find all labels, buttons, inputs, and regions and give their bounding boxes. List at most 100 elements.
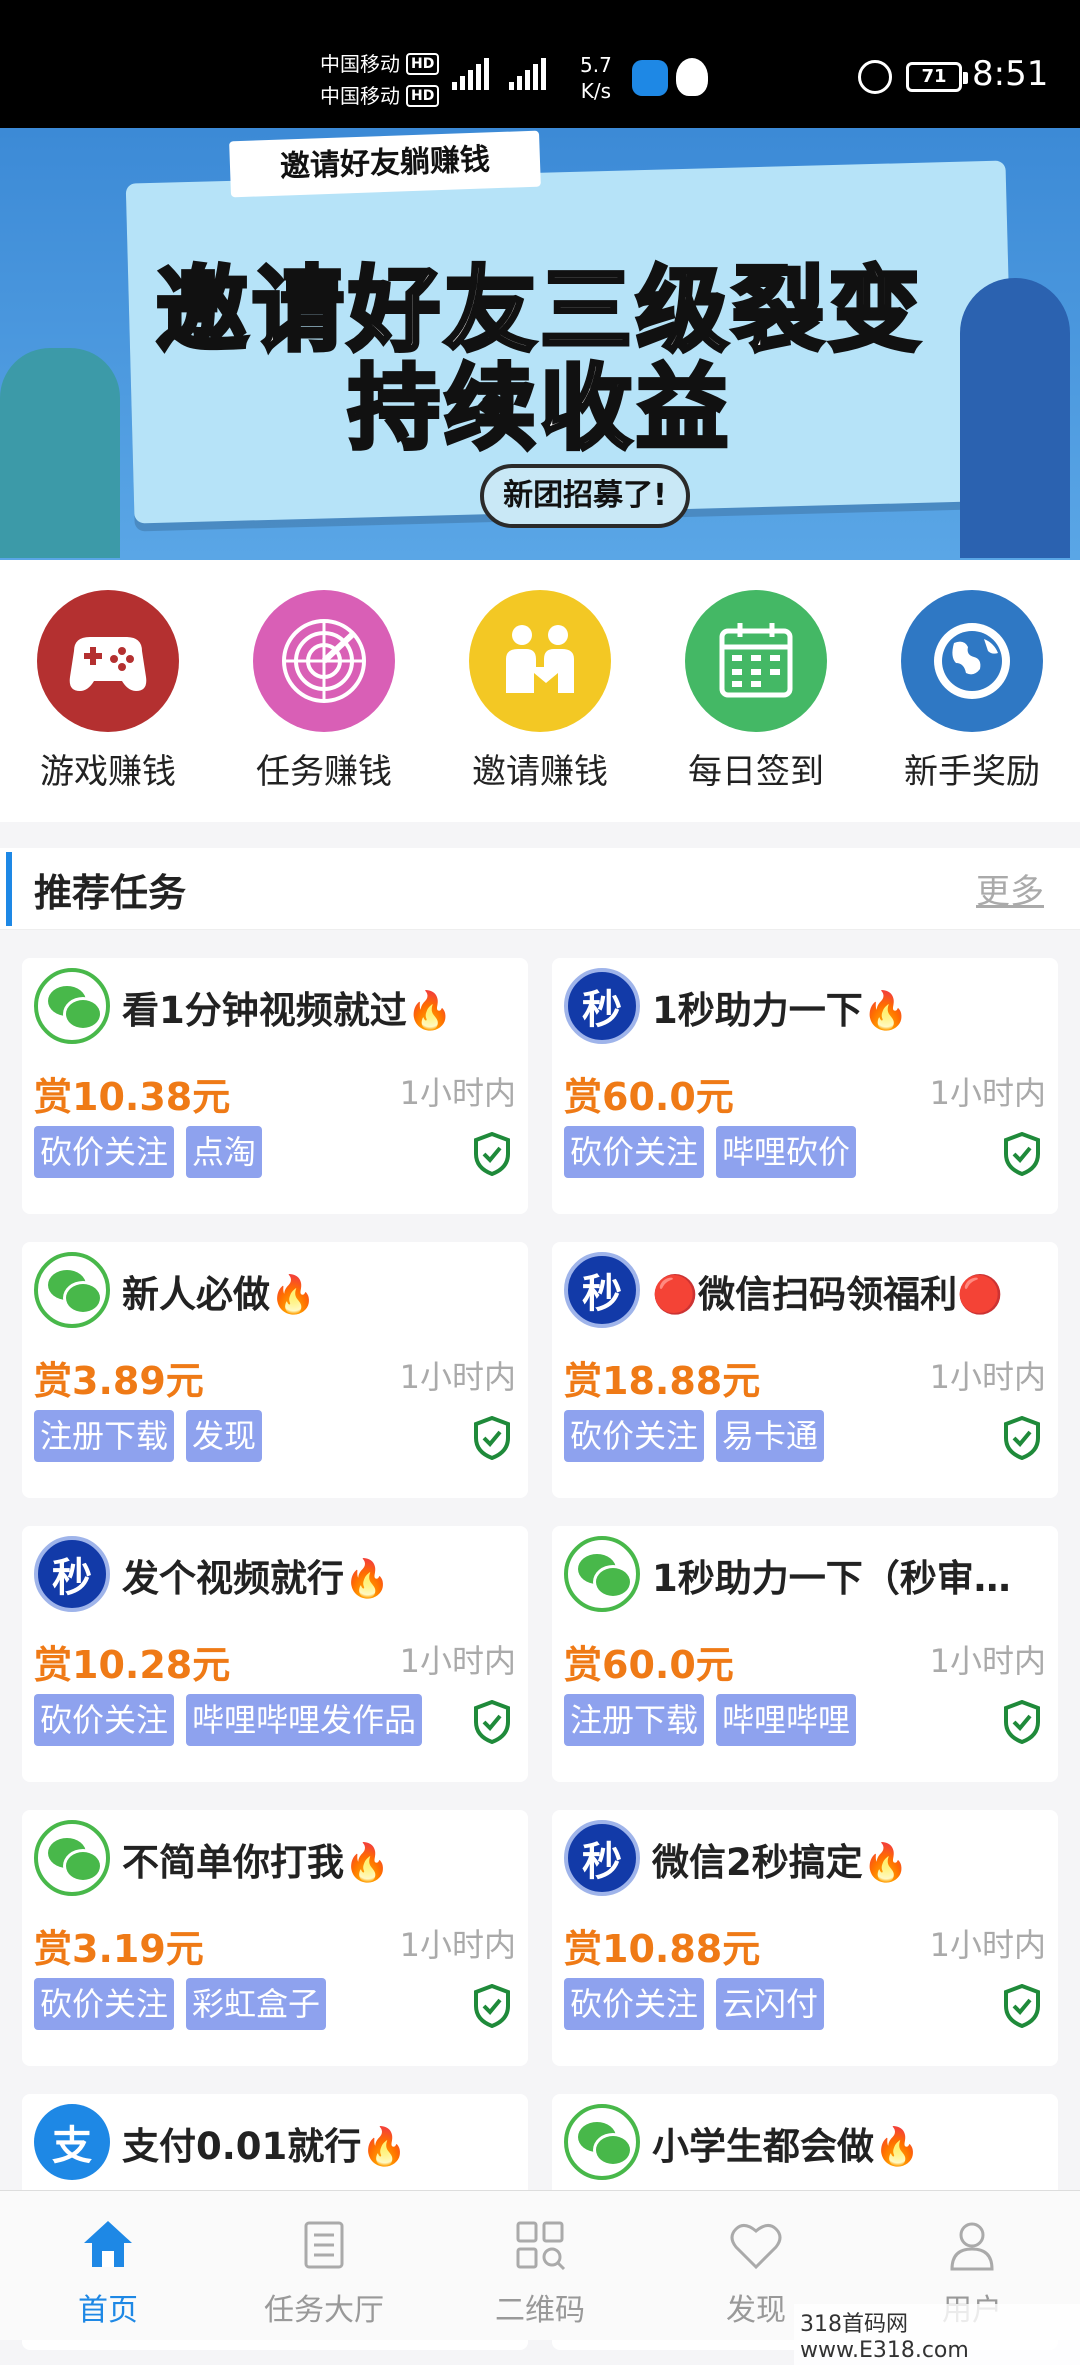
task-card[interactable]: 新人必做🔥 赏3.89元 1小时内 注册下载 发现 (22, 1242, 528, 1498)
carrier-1: 中国移动 (320, 52, 400, 76)
banner-note: 邀请好友躺赚钱 (229, 130, 541, 198)
task-card[interactable]: 1秒助力一下（秒审… 赏60.0元 1小时内 注册下载 哔哩哔哩 (552, 1526, 1058, 1782)
task-time: 1小时内 (399, 1074, 516, 1112)
wechat-icon (564, 1536, 640, 1612)
fire-icon: 🔥 (270, 1273, 317, 1316)
task-reward: 赏10.88元 (564, 1927, 761, 1971)
carrier-info: 中国移动 HD 中国移动 HD (320, 48, 440, 112)
quick-nav-task[interactable]: 任务赚钱 (216, 560, 432, 822)
task-tag: 发现 (186, 1410, 263, 1462)
quick-nav-newbie[interactable]: 新手奖励 (864, 560, 1080, 822)
handshake-icon (469, 590, 611, 732)
alarm-icon (858, 60, 892, 94)
task-tags: 砍价关注 易卡通 (564, 1410, 825, 1462)
task-name: 🔴微信扫码领福利🔴 (652, 1273, 1004, 1316)
quick-nav-label: 每日签到 (688, 752, 824, 792)
user-icon (950, 2222, 994, 2271)
miao-icon: 秒 (34, 1536, 110, 1612)
task-tag: 哔哩哔哩 (716, 1694, 857, 1746)
promo-banner[interactable]: 邀请好友躺赚钱 邀请好友三级裂变 持续收益 新团招募了! (0, 128, 1080, 560)
shield-check-icon (1004, 1984, 1040, 2028)
wechat-icon (34, 1252, 110, 1328)
task-reward: 赏60.0元 (564, 1075, 734, 1119)
quick-nav-label: 任务赚钱 (256, 752, 392, 792)
shield-check-icon (1004, 1416, 1040, 1460)
task-time: 1小时内 (929, 1074, 1046, 1112)
app-notification-icon (632, 60, 668, 96)
quick-nav: 游戏赚钱 任务赚钱 邀请赚钱 每日签到 新手奖励 (0, 560, 1080, 822)
quick-nav-label: 游戏赚钱 (40, 752, 176, 792)
miao-icon: 秒 (564, 968, 640, 1044)
task-tags: 砍价关注 云闪付 (564, 1978, 825, 2030)
shield-check-icon (1004, 1132, 1040, 1176)
task-tag: 点淘 (186, 1126, 263, 1178)
task-reward: 赏10.38元 (34, 1075, 231, 1119)
alipay-icon: 支 (34, 2104, 110, 2180)
task-tag: 注册下载 (34, 1410, 175, 1462)
miao-icon: 秒 (564, 1820, 640, 1896)
task-reward: 赏60.0元 (564, 1643, 734, 1687)
globe-icon (901, 590, 1043, 732)
task-card[interactable]: 秒 🔴微信扫码领福利🔴 赏18.88元 1小时内 砍价关注 易卡通 (552, 1242, 1058, 1498)
section-accent-bar (6, 852, 12, 926)
qq-icon (676, 58, 708, 96)
task-time: 1小时内 (399, 1358, 516, 1396)
tab-task-hall[interactable]: 任务大厅 (216, 2191, 432, 2340)
quick-nav-checkin[interactable]: 每日签到 (648, 560, 864, 822)
task-tags: 注册下载 发现 (34, 1410, 263, 1462)
task-card[interactable]: 看1分钟视频就过🔥 赏10.38元 1小时内 砍价关注 点淘 (22, 958, 528, 1214)
list-icon (304, 2221, 344, 2269)
more-link[interactable]: 更多 (976, 864, 1044, 913)
task-tag: 砍价关注 (564, 1978, 705, 2030)
task-name: 新人必做🔥 (122, 1273, 317, 1316)
task-tag: 注册下载 (564, 1694, 705, 1746)
task-tag: 哔哩砍价 (716, 1126, 857, 1178)
radar-icon (253, 590, 395, 732)
section-title: 推荐任务 (34, 871, 187, 915)
tab-label: 首页 (78, 2293, 138, 2328)
task-tag: 彩虹盒子 (186, 1978, 327, 2030)
hd-badge: HD (406, 53, 440, 75)
shield-check-icon (1004, 1700, 1040, 1744)
heart-icon (730, 2224, 782, 2270)
quick-nav-label: 邀请赚钱 (472, 752, 608, 792)
wechat-icon (34, 968, 110, 1044)
quick-nav-invite[interactable]: 邀请赚钱 (432, 560, 648, 822)
shield-check-icon (474, 1132, 510, 1176)
clock: 8:51 (972, 54, 1049, 94)
quick-nav-label: 新手奖励 (904, 752, 1040, 792)
task-card[interactable]: 不简单你打我🔥 赏3.19元 1小时内 砍价关注 彩虹盒子 (22, 1810, 528, 2066)
shield-check-icon (474, 1416, 510, 1460)
tab-home[interactable]: 首页 (0, 2191, 216, 2340)
status-bar: 中国移动 HD 中国移动 HD 5.7 K/s 71 8:51 (0, 0, 1080, 128)
task-name: 小学生都会做🔥 (652, 2125, 921, 2168)
task-tags: 砍价关注 点淘 (34, 1126, 263, 1178)
task-tags: 砍价关注 哔哩哔哩发作品 (34, 1694, 423, 1746)
task-tags: 砍价关注 彩虹盒子 (34, 1978, 327, 2030)
task-card[interactable]: 秒 1秒助力一下🔥 赏60.0元 1小时内 砍价关注 哔哩砍价 (552, 958, 1058, 1214)
task-tag: 砍价关注 (564, 1126, 705, 1178)
task-card[interactable]: 秒微信2秒搞定🔥 赏10.88元 1小时内砍价关注 云闪付 (552, 1810, 1058, 2066)
tab-label: 二维码 (495, 2293, 585, 2328)
task-reward: 赏18.88元 (564, 1359, 761, 1403)
task-tag: 砍价关注 (34, 1126, 175, 1178)
quick-nav-game[interactable]: 游戏赚钱 (0, 560, 216, 822)
task-tag: 砍价关注 (564, 1410, 705, 1462)
hd-badge: HD (406, 85, 440, 107)
shield-check-icon (474, 1700, 510, 1744)
tab-qrcode[interactable]: 二维码 (432, 2191, 648, 2340)
task-time: 1小时内 (399, 1642, 516, 1680)
shield-check-icon (474, 1984, 510, 2028)
task-reward: 赏3.19元 (34, 1927, 204, 1971)
fire-icon: 🔥 (862, 1841, 909, 1884)
task-card[interactable]: 秒发个视频就行🔥 赏10.28元 1小时内 砍价关注 哔哩哔哩发作品 (22, 1526, 528, 1782)
fire-icon: 🔥 (344, 1557, 391, 1600)
fire-icon: 🔥 (344, 1841, 391, 1884)
task-time: 1小时内 (929, 1926, 1046, 1964)
task-name: 发个视频就行🔥 (122, 1557, 391, 1600)
task-tag: 砍价关注 (34, 1694, 175, 1746)
wechat-icon (34, 1820, 110, 1896)
task-name: 微信2秒搞定🔥 (652, 1841, 909, 1884)
task-tag: 云闪付 (716, 1978, 825, 2030)
fire-icon: 🔥 (361, 2125, 408, 2168)
